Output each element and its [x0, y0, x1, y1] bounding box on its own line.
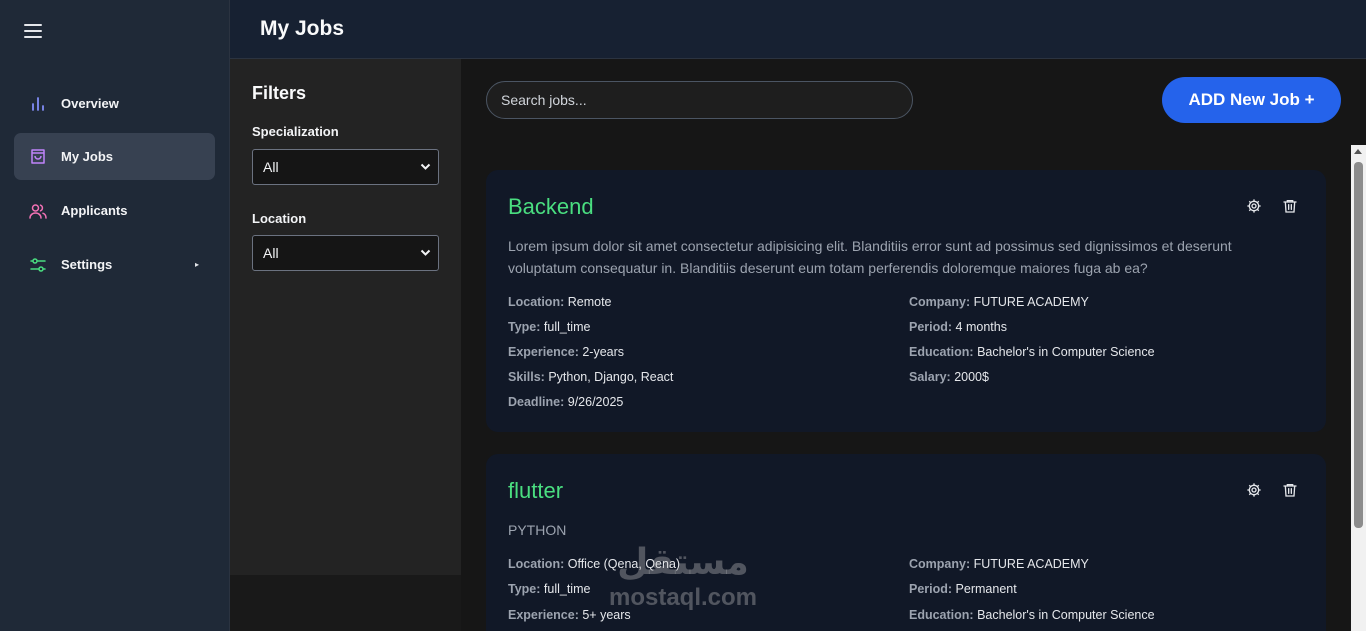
add-new-job-button[interactable]: ADD New Job +: [1162, 77, 1341, 123]
job-education: Education: Bachelor's in Computer Scienc…: [909, 345, 1155, 359]
job-period: Period: Permanent: [909, 582, 1017, 596]
gear-icon[interactable]: [1246, 482, 1262, 498]
job-salary: Salary: 2000$: [909, 370, 989, 384]
sliders-icon: [29, 256, 47, 274]
job-deadline: Deadline: 9/26/2025: [508, 395, 624, 409]
job-title: Backend: [508, 194, 594, 219]
scroll-up-arrow-icon[interactable]: [1354, 149, 1362, 154]
job-description: Lorem ipsum dolor sit amet consectetur a…: [508, 238, 1232, 276]
job-title: flutter: [508, 478, 564, 503]
specialization-select[interactable]: All: [252, 149, 439, 185]
sidebar-item-settings[interactable]: Settings ▸: [14, 241, 215, 288]
job-card: Backend Lorem ipsum dolor sit amet conse…: [486, 170, 1326, 432]
sidebar-item-label: Overview: [61, 96, 119, 111]
trash-icon[interactable]: [1282, 198, 1298, 214]
job-type: Type: full_time: [508, 320, 591, 334]
vertical-scrollbar[interactable]: [1351, 145, 1366, 631]
hamburger-menu-icon[interactable]: [24, 24, 42, 40]
job-company: Company: FUTURE ACADEMY: [909, 557, 1089, 571]
location-select[interactable]: All: [252, 235, 439, 271]
job-skills: Skills: Python, Django, React: [508, 370, 674, 384]
job-company: Company: FUTURE ACADEMY: [909, 295, 1089, 309]
scrollbar-thumb[interactable]: [1354, 162, 1363, 528]
sidebar-item-overview[interactable]: Overview: [14, 80, 215, 127]
job-experience: Experience: 2-years: [508, 345, 625, 359]
specialization-label: Specialization: [252, 124, 339, 139]
page-title: My Jobs: [260, 17, 345, 40]
filters-panel: Filters Specialization All Location All: [230, 59, 461, 575]
location-label: Location: [252, 211, 307, 226]
sidebar-item-label: Settings: [61, 257, 113, 272]
search-input[interactable]: [486, 81, 913, 119]
specialization-value: All: [263, 159, 279, 175]
caret-right-icon: ▸: [194, 260, 199, 269]
job-card: flutter PYTHON Location: Office (Qena, Q…: [486, 454, 1326, 631]
job-experience: Experience: 5+ years: [508, 608, 631, 622]
location-value: All: [263, 245, 279, 261]
job-education: Education: Bachelor's in Computer Scienc…: [909, 608, 1155, 622]
job-location: Location: Remote: [508, 295, 612, 309]
sidebar-item-applicants[interactable]: Applicants: [14, 187, 215, 234]
gear-icon[interactable]: [1246, 198, 1262, 214]
sidebar-item-label: My Jobs: [61, 149, 114, 164]
filters-title: Filters: [252, 83, 307, 103]
sidebar: Overview My Jobs Applicants Settings ▸: [0, 0, 230, 631]
chevron-down-icon: [420, 163, 431, 170]
main-content: ADD New Job + Backend Lorem ipsum dolor …: [461, 59, 1366, 631]
top-header: My Jobs: [230, 0, 1366, 59]
job-location: Location: Office (Qena, Qena): [508, 557, 681, 571]
sidebar-item-label: Applicants: [61, 203, 128, 218]
filters-panel-footer: [230, 575, 461, 631]
job-period: Period: 4 months: [909, 320, 1007, 334]
trash-icon[interactable]: [1282, 482, 1298, 498]
shopping-bag-icon: [29, 148, 47, 166]
job-description: PYTHON: [508, 522, 567, 538]
chevron-down-icon: [420, 249, 431, 256]
users-icon: [29, 202, 47, 220]
bar-chart-icon: [29, 95, 47, 113]
sidebar-item-my-jobs[interactable]: My Jobs: [14, 133, 215, 180]
job-type: Type: full_time: [508, 582, 591, 596]
